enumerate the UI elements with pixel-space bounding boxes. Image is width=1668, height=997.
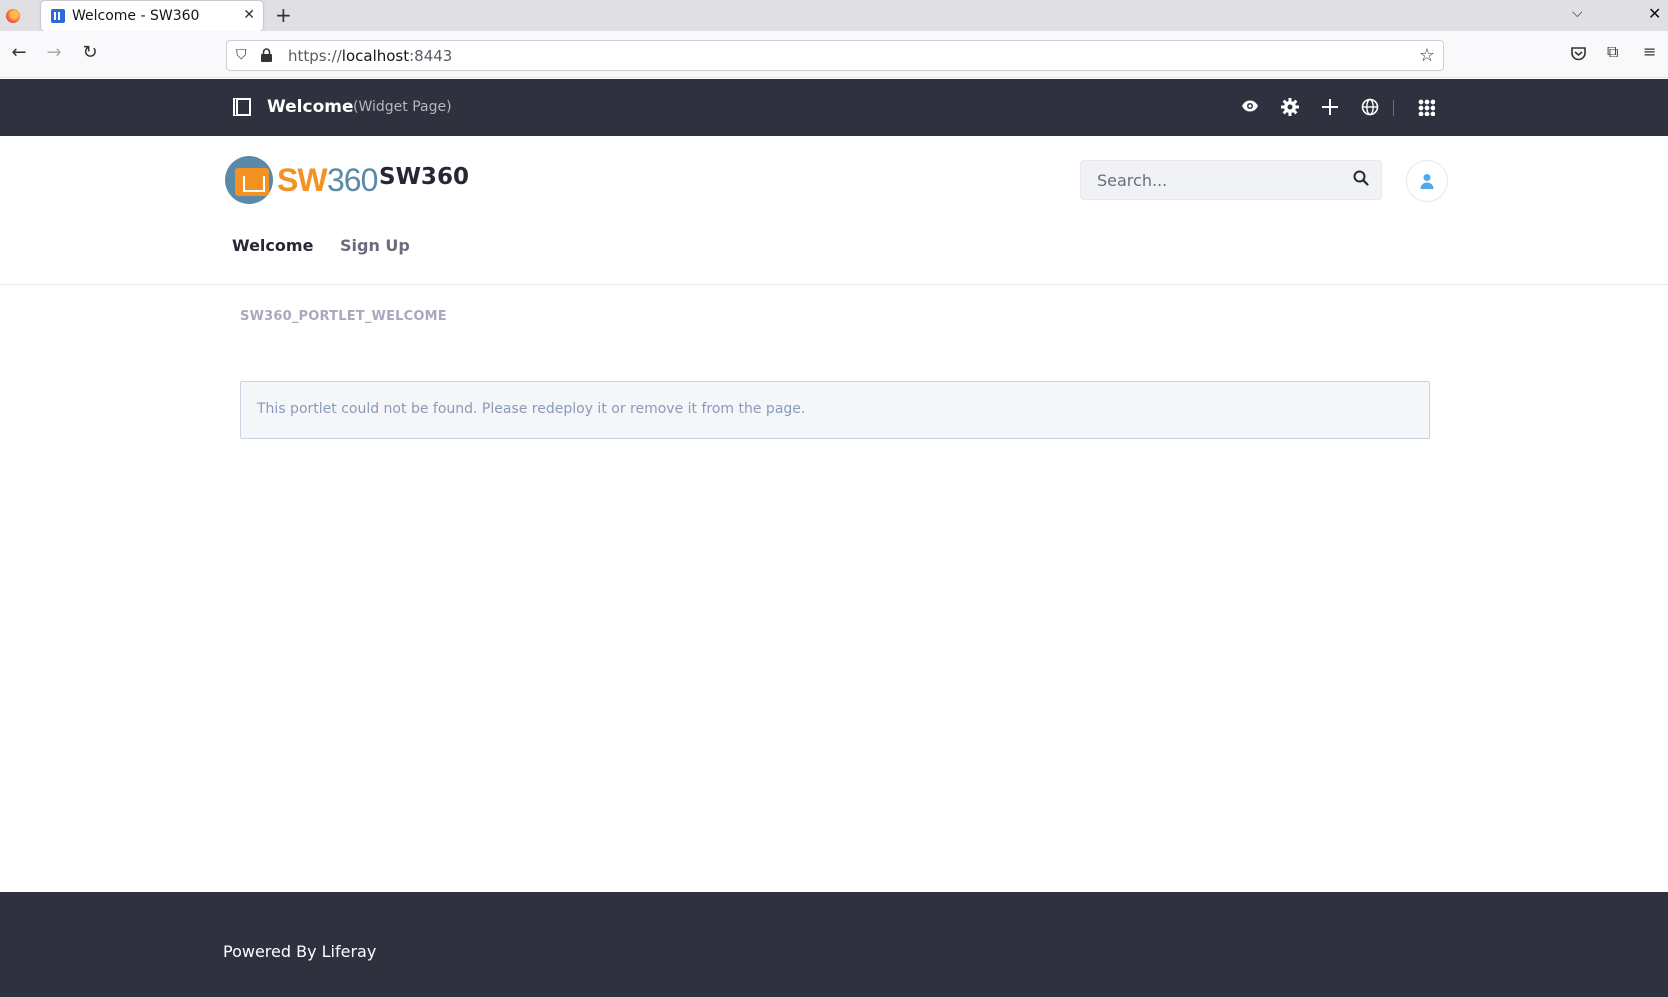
nav-item-sign-up[interactable]: Sign Up — [340, 236, 410, 255]
plus-icon[interactable] — [1318, 98, 1342, 116]
globe-icon[interactable] — [1358, 98, 1382, 116]
control-menu: Welcome (Widget Page) — [0, 79, 1668, 136]
firefox-icon — [6, 9, 20, 23]
forward-icon[interactable]: → — [42, 42, 66, 63]
site-footer: Powered By Liferay — [0, 892, 1668, 997]
tab-close-icon[interactable]: ✕ — [243, 7, 255, 23]
gear-icon[interactable] — [1278, 98, 1302, 116]
eye-icon[interactable] — [1238, 99, 1262, 113]
footer-text: Powered By Liferay — [223, 942, 377, 961]
tab-title: Welcome - SW360 — [72, 8, 200, 24]
menu-icon[interactable]: ≡ — [1643, 42, 1656, 61]
logo-text-sw: SW — [277, 162, 328, 198]
search-input[interactable] — [1097, 161, 1337, 199]
logo-folder-icon — [235, 168, 269, 196]
site-header: SW 360 SW360 Welcome Sign Up — [0, 136, 1668, 285]
search-box — [1080, 160, 1382, 200]
user-avatar-button[interactable] — [1406, 160, 1448, 202]
browser-tab[interactable]: Welcome - SW360 ✕ — [41, 1, 263, 31]
lock-icon[interactable] — [260, 48, 273, 63]
browser-tab-bar: Welcome - SW360 ✕ + ⌵ ✕ — [0, 0, 1668, 31]
tab-favicon-icon — [51, 9, 65, 23]
page-title: Welcome — [267, 97, 354, 117]
control-menu-divider — [1393, 100, 1394, 116]
site-logo[interactable]: SW 360 — [225, 156, 378, 206]
apps-grid-icon[interactable] — [1418, 99, 1435, 116]
browser-toolbar: ← → ↻ ⛉ https://localhost:8443 ☆ ⧉ ≡ — [0, 31, 1668, 78]
product-menu-toggle-icon[interactable] — [233, 98, 251, 116]
nav-item-welcome[interactable]: Welcome — [232, 236, 313, 255]
bookmark-star-icon[interactable]: ☆ — [1419, 45, 1435, 66]
chevron-down-icon[interactable]: ⌵ — [1572, 5, 1583, 21]
reload-icon[interactable]: ↻ — [78, 42, 102, 63]
url-bar[interactable]: ⛉ https://localhost:8443 ☆ — [226, 40, 1444, 71]
new-tab-icon[interactable]: + — [275, 3, 292, 27]
window-close-icon[interactable]: ✕ — [1648, 4, 1661, 23]
page-type: (Widget Page) — [353, 99, 452, 115]
pocket-icon[interactable] — [1570, 46, 1587, 62]
user-icon — [1420, 174, 1434, 189]
alert-message: This portlet could not be found. Please … — [257, 401, 806, 417]
extensions-icon[interactable]: ⧉ — [1607, 42, 1618, 62]
search-icon[interactable] — [1353, 170, 1369, 186]
shield-icon[interactable]: ⛉ — [236, 47, 247, 63]
site-name[interactable]: SW360 — [379, 164, 469, 190]
portlet-alert: This portlet could not be found. Please … — [240, 381, 1430, 439]
logo-text-360: 360 — [327, 162, 378, 198]
url-text[interactable]: https://localhost:8443 — [288, 47, 452, 65]
portlet-title: SW360_PORTLET_WELCOME — [240, 309, 447, 324]
back-icon[interactable]: ← — [7, 42, 31, 63]
